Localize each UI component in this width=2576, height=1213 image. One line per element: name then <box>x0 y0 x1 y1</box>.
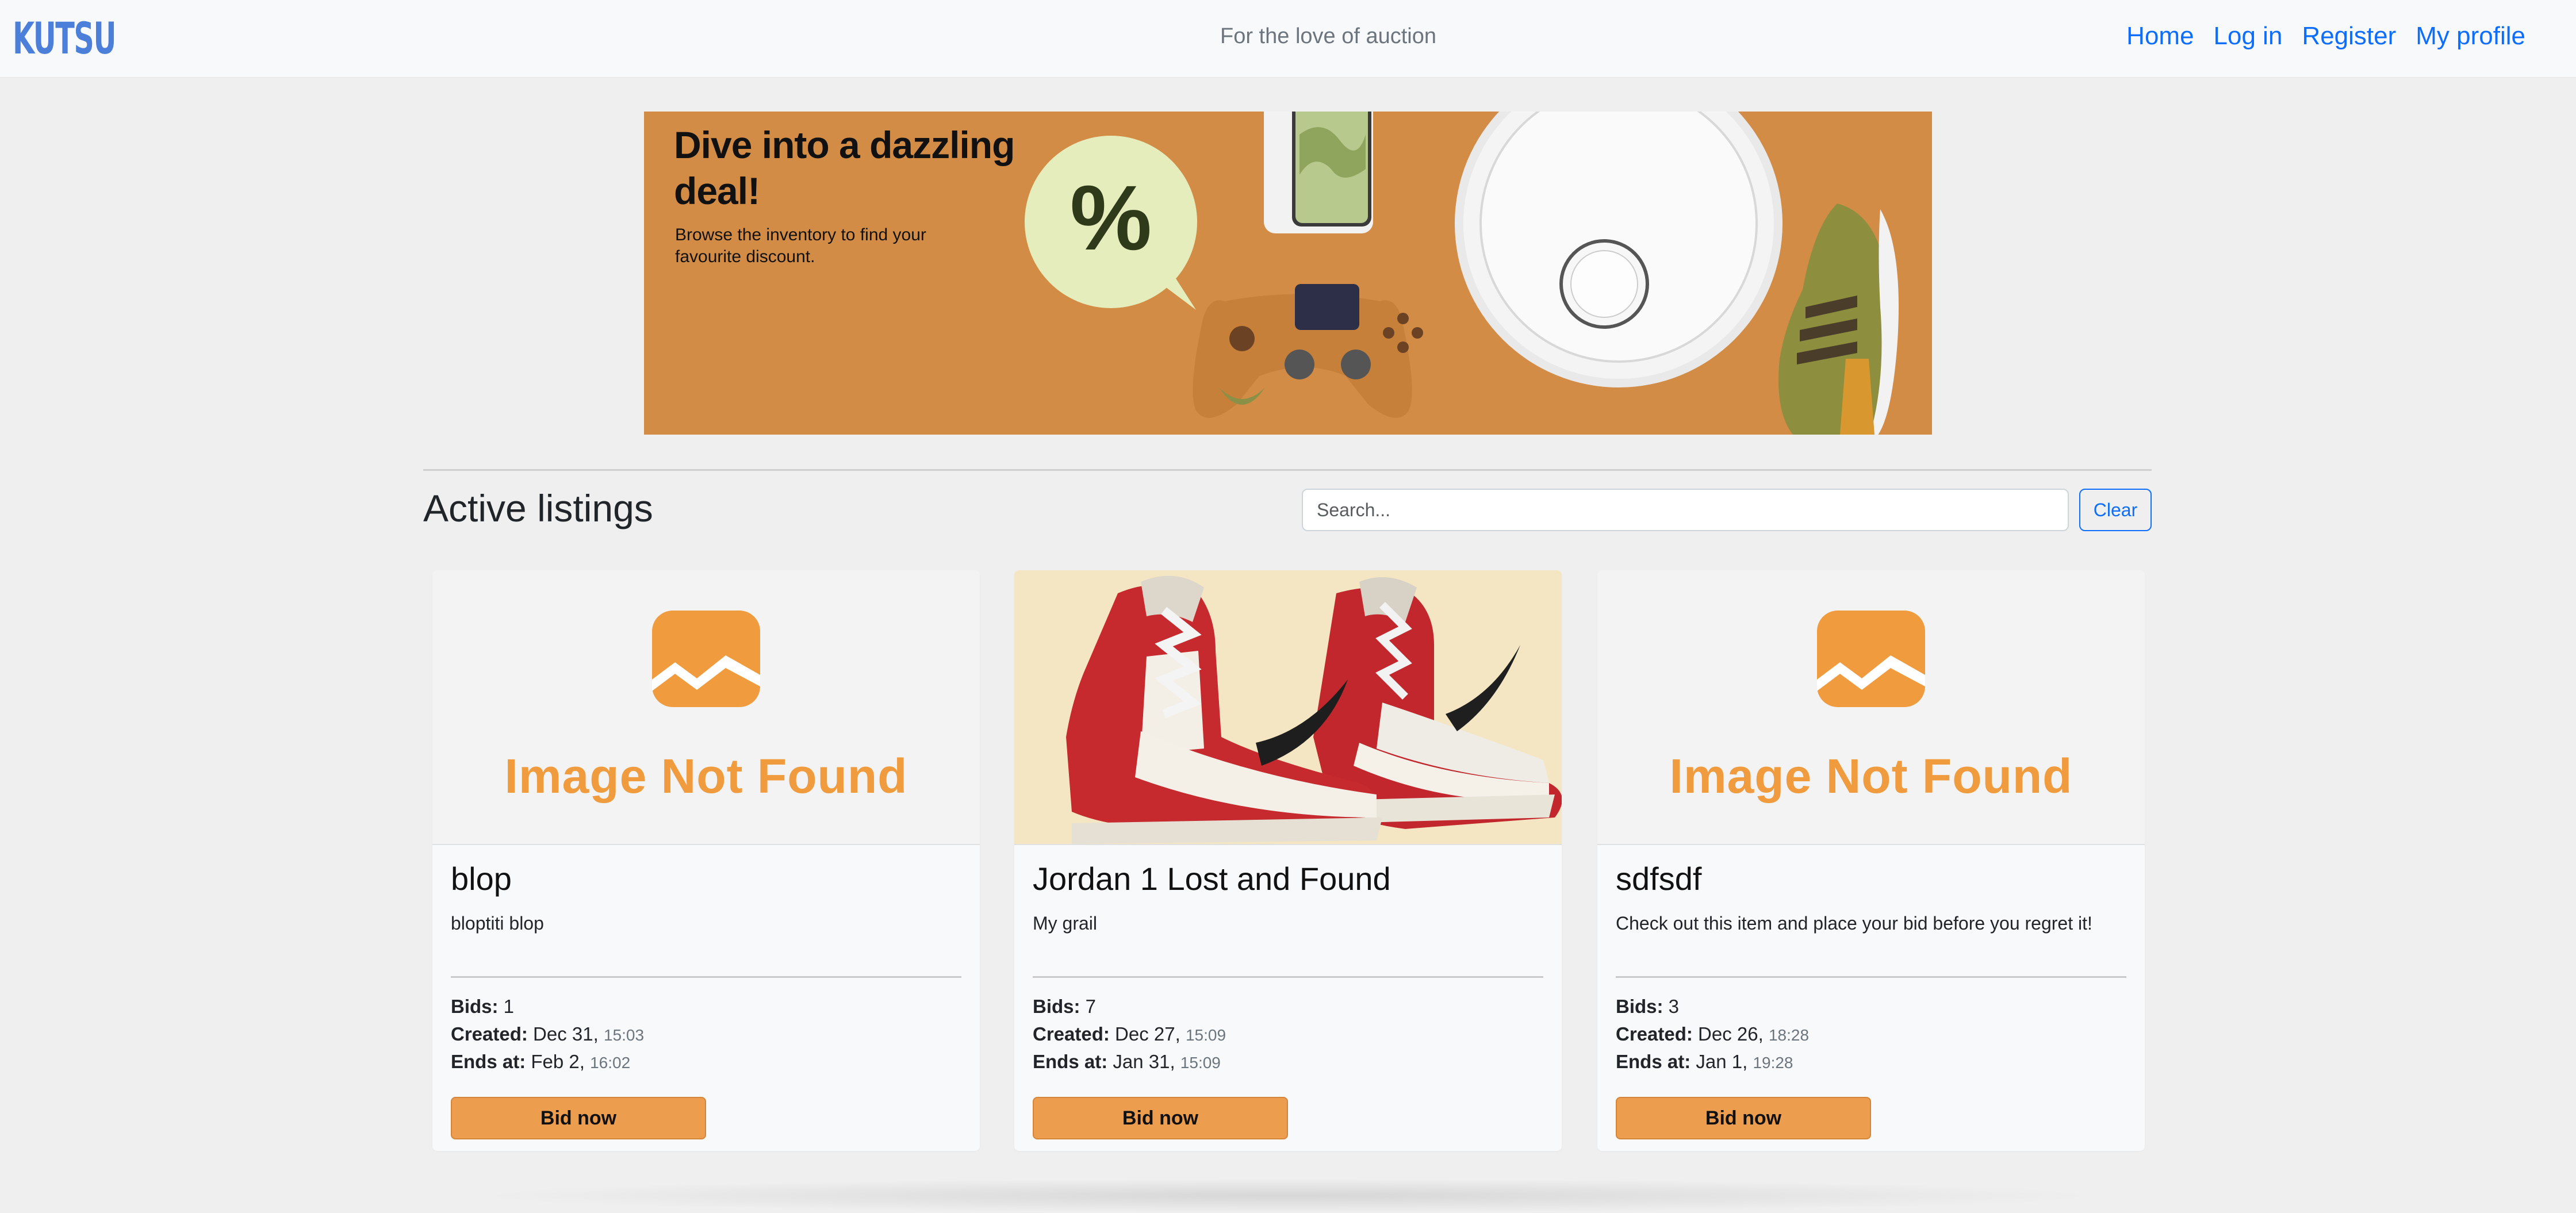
bids-label: Bids: <box>1033 996 1080 1017</box>
listing-description: Check out this item and place your bid b… <box>1616 913 2092 934</box>
bid-now-button[interactable]: Bid now <box>1616 1097 1871 1139</box>
bids-count: Bids: 3 <box>1616 996 1679 1018</box>
listing-title[interactable]: Jordan 1 Lost and Found <box>1033 860 1391 897</box>
ends-label: Ends at: <box>451 1051 526 1072</box>
robot-vacuum-illustration <box>1455 112 1782 387</box>
phone-illustration <box>1264 112 1373 233</box>
gamepad-illustration <box>1193 284 1423 418</box>
listing-card: Image Not Found sdfsdf Check out this it… <box>1597 570 2145 1151</box>
ends-time-value: 16:02 <box>590 1054 631 1072</box>
ends-date-value: Jan 31 <box>1113 1051 1170 1072</box>
listing-card: Jordan 1 Lost and Found My grail Bids: 7… <box>1014 570 1562 1151</box>
bid-now-button[interactable]: Bid now <box>1033 1097 1288 1139</box>
card-divider <box>1033 976 1543 978</box>
created-time-value: 18:28 <box>1768 1026 1810 1044</box>
bids-count: Bids: 1 <box>451 996 514 1018</box>
created-date-value: Dec 27 <box>1115 1023 1175 1045</box>
created-label: Created: <box>451 1023 528 1045</box>
created-date-value: Dec 26 <box>1698 1023 1758 1045</box>
card-divider <box>1616 976 2126 978</box>
bids-value: 7 <box>1085 996 1097 1017</box>
clear-button[interactable]: Clear <box>2079 489 2152 531</box>
ends-time-value: 19:28 <box>1753 1054 1793 1072</box>
created-date: Created: Dec 27, 15:09 <box>1033 1023 1226 1045</box>
created-date: Created: Dec 31, 15:03 <box>451 1023 645 1045</box>
image-placeholder-icon <box>1817 611 1925 707</box>
created-time-value: 15:03 <box>603 1026 645 1044</box>
listing-description: My grail <box>1033 913 1098 934</box>
promo-banner: Dive into a dazzling deal! Browse the in… <box>644 112 1932 435</box>
nav-profile-link[interactable]: My profile <box>2416 22 2525 51</box>
nav-register-link[interactable]: Register <box>2302 22 2396 51</box>
listing-image-placeholder[interactable]: Image Not Found <box>1597 570 2145 845</box>
created-label: Created: <box>1033 1023 1110 1045</box>
nav-links: Home Log in Register My profile <box>2126 22 2525 51</box>
ends-date: Ends at: Jan 31, 15:09 <box>1033 1051 1221 1072</box>
sneakers-photo <box>1066 575 1562 844</box>
listing-title[interactable]: sdfsdf <box>1616 860 1701 897</box>
ends-date: Ends at: Jan 1, 19:28 <box>1616 1051 1793 1072</box>
bids-count: Bids: 7 <box>1033 996 1096 1018</box>
ends-time-value: 15:09 <box>1180 1054 1221 1072</box>
page-title: Active listings <box>423 487 653 529</box>
ends-date: Ends at: Feb 2, 16:02 <box>451 1051 631 1072</box>
section-divider <box>423 469 2152 471</box>
search-input[interactable] <box>1302 489 2069 531</box>
nav-home-link[interactable]: Home <box>2126 22 2194 51</box>
bid-now-button[interactable]: Bid now <box>451 1097 706 1139</box>
navbar: KUTSU For the love of auction Home Log i… <box>0 0 2576 78</box>
ends-label: Ends at: <box>1616 1051 1691 1072</box>
footer-shadow <box>471 1179 2104 1213</box>
listing-card: Image Not Found blop bloptiti blop Bids:… <box>432 570 980 1151</box>
created-time-value: 15:09 <box>1185 1026 1226 1044</box>
created-date: Created: Dec 26, 18:28 <box>1616 1023 1810 1045</box>
listing-title[interactable]: blop <box>451 860 512 897</box>
listing-image-placeholder[interactable]: Image Not Found <box>432 570 980 845</box>
created-label: Created: <box>1616 1023 1693 1045</box>
card-divider <box>451 976 961 978</box>
percent-bubble-icon: % <box>1025 136 1197 310</box>
image-not-found-text: Image Not Found <box>1669 749 2073 803</box>
bids-label: Bids: <box>1616 996 1663 1017</box>
listing-description: bloptiti blop <box>451 913 544 934</box>
nav-login-link[interactable]: Log in <box>2214 22 2283 51</box>
bids-value: 3 <box>1668 996 1680 1017</box>
sneaker-illustration <box>1778 204 1899 435</box>
bids-label: Bids: <box>451 996 499 1017</box>
percent-text: % <box>1070 166 1152 269</box>
listing-image[interactable] <box>1014 570 1562 845</box>
image-not-found-text: Image Not Found <box>504 749 908 803</box>
bids-value: 1 <box>503 996 515 1017</box>
image-placeholder-icon <box>652 611 760 707</box>
ends-date-value: Feb 2 <box>531 1051 580 1072</box>
ends-date-value: Jan 1 <box>1696 1051 1743 1072</box>
created-date-value: Dec 31 <box>533 1023 593 1045</box>
ends-label: Ends at: <box>1033 1051 1108 1072</box>
banner-illustration: % <box>1025 112 1899 435</box>
